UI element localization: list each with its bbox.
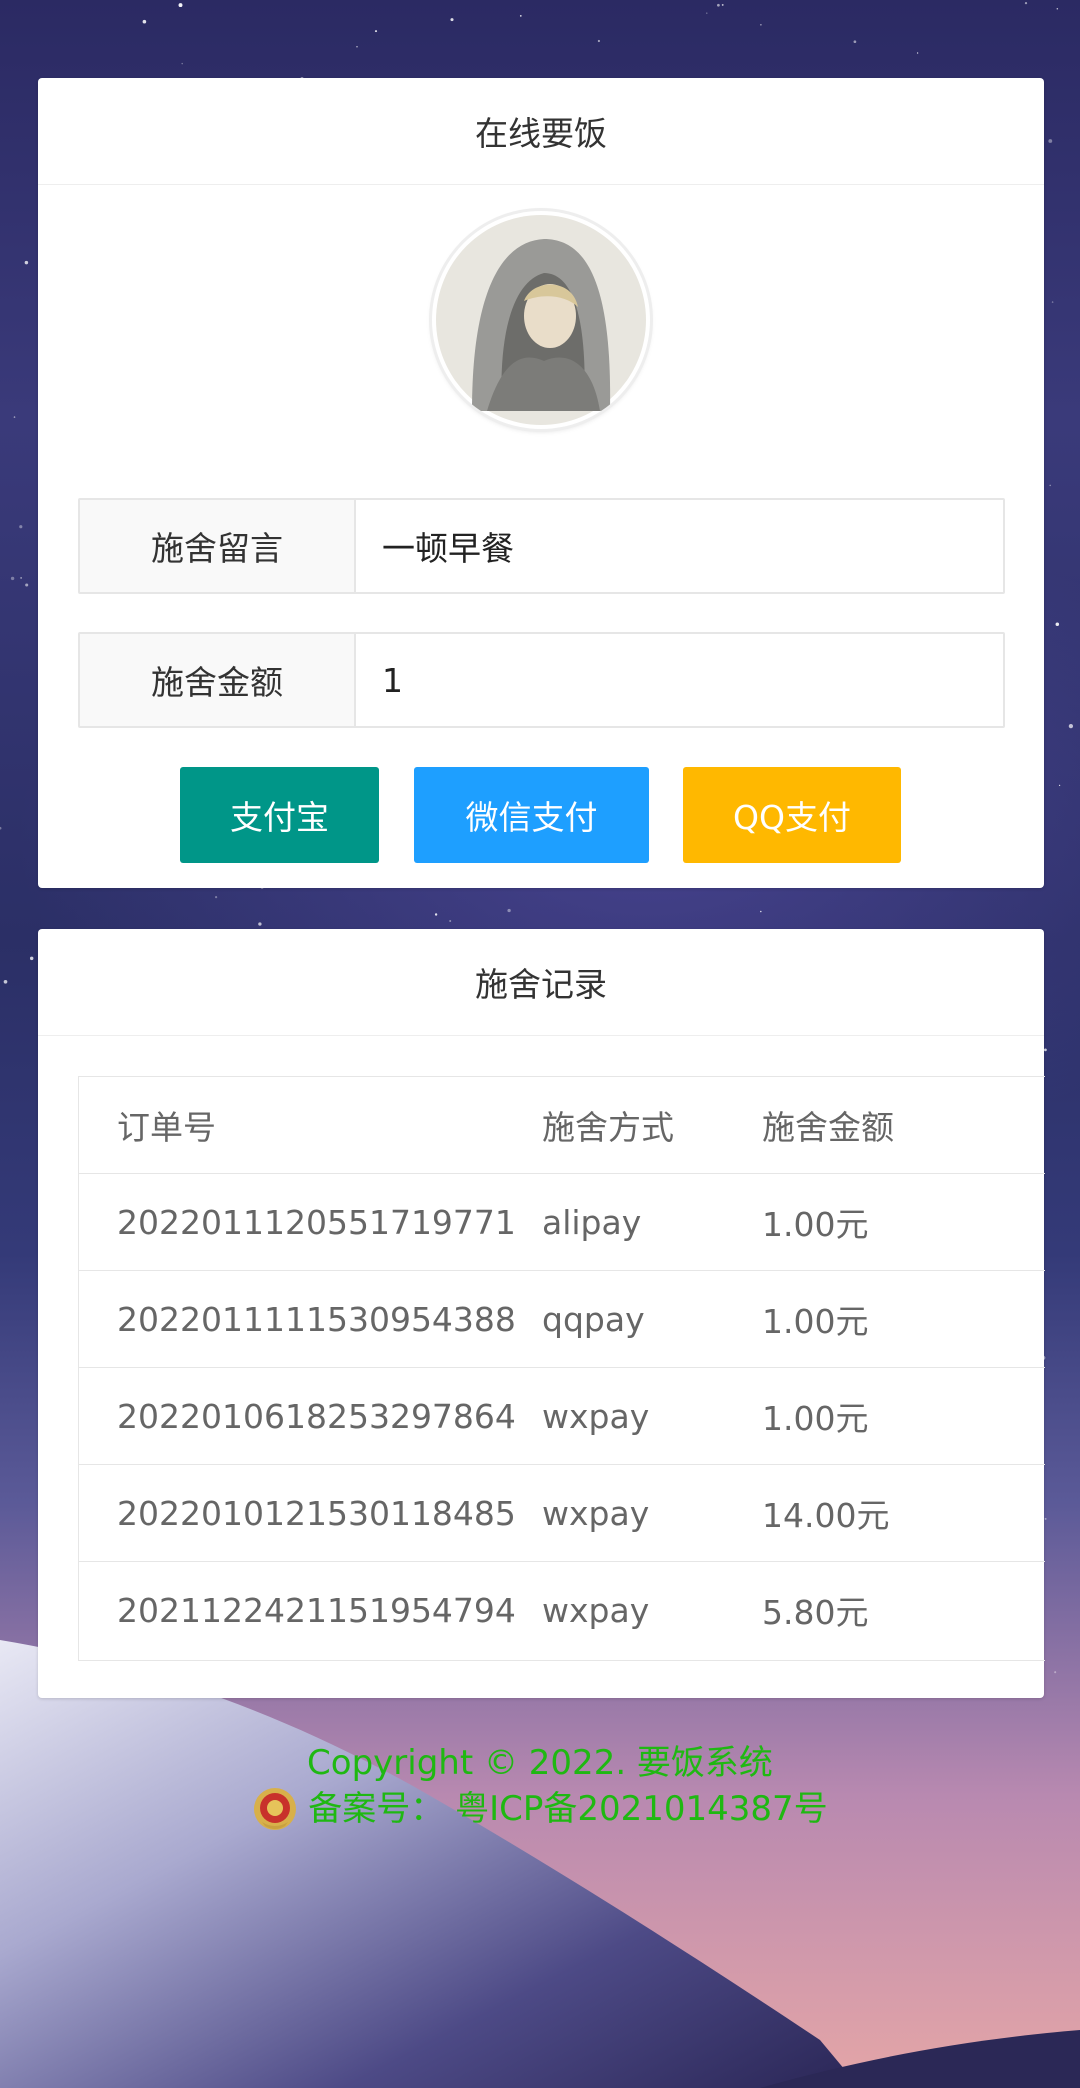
star: [434, 913, 438, 916]
star: [916, 52, 919, 54]
star: [19, 525, 23, 529]
star: [597, 39, 601, 43]
icp-link[interactable]: 备案号： 粤ICP备2021014387号: [308, 1786, 827, 1832]
column-header-method: 施舍方式: [542, 1077, 762, 1174]
avatar: [432, 211, 650, 429]
avatar-image: [436, 215, 646, 425]
star: [178, 3, 183, 8]
amount-cell: 14.00元: [762, 1464, 1045, 1562]
star: [20, 577, 22, 579]
amount-cell: 1.00元: [762, 1173, 1045, 1271]
table-row: 2022010121530118485 wxpay 14.00元: [79, 1464, 1045, 1562]
star: [374, 30, 378, 33]
star: [142, 19, 147, 24]
star: [1055, 622, 1060, 627]
records-table-container: 订单号 施舍方式 施舍金额 2022011120551719771 alipay…: [78, 1076, 1045, 1661]
star: [1068, 723, 1074, 729]
star: [24, 260, 29, 265]
order-id-cell: 2022010121530118485: [79, 1464, 542, 1562]
star: [10, 576, 15, 581]
column-header-amount: 施舍金额: [762, 1077, 1045, 1174]
star: [449, 920, 452, 922]
star: [1048, 139, 1053, 143]
star: [181, 62, 183, 65]
icp-record: 备案号： 粤ICP备2021014387号: [0, 1786, 1080, 1832]
method-cell: alipay: [542, 1173, 762, 1271]
column-header-order-id: 订单号: [79, 1077, 542, 1174]
star: [3, 979, 8, 984]
star: [760, 23, 762, 26]
star: [25, 583, 29, 587]
amount-cell: 1.00元: [762, 1367, 1045, 1465]
table-header-row: 订单号 施舍方式 施舍金额: [79, 1077, 1045, 1174]
qq-pay-button[interactable]: QQ支付: [683, 767, 901, 863]
star: [721, 3, 724, 6]
star: [1054, 1671, 1057, 1674]
star: [717, 3, 720, 7]
order-id-cell: 2022010618253297864: [79, 1367, 542, 1465]
amount-label: 施舍金额: [80, 634, 356, 726]
order-id-cell: 2022011120551719771: [79, 1173, 542, 1271]
method-cell: wxpay: [542, 1590, 650, 1630]
star: [450, 18, 454, 22]
amount-input[interactable]: [356, 634, 1003, 726]
star: [215, 896, 218, 899]
amount-field-row: 施舍金额: [78, 632, 1005, 728]
records-table: 订单号 施舍方式 施舍金额 2022011120551719771 alipay…: [79, 1077, 1045, 1658]
star: [356, 46, 358, 48]
star: [519, 15, 522, 17]
star: [1056, 8, 1059, 10]
method-cell: wxpay: [542, 1464, 762, 1562]
message-input[interactable]: [356, 500, 1003, 592]
star: [1058, 784, 1061, 787]
wechat-pay-button[interactable]: 微信支付: [414, 767, 649, 863]
table-row: 2021122421151954794 wxpay 5.80元: [79, 1562, 1045, 1659]
star: [1049, 484, 1051, 487]
amount-cell: 5.80元: [762, 1593, 869, 1632]
star: [706, 12, 708, 14]
order-id-cell: 2022011111530954388: [79, 1270, 542, 1368]
table-row: 2022010618253297864 wxpay 1.00元: [79, 1367, 1045, 1465]
message-label: 施舍留言: [80, 500, 356, 592]
star: [1024, 1, 1028, 5]
table-row: 2022011120551719771 alipay 1.00元: [79, 1173, 1045, 1271]
star: [2, 1661, 6, 1665]
message-field-row: 施舍留言: [78, 498, 1005, 594]
donation-card: 在线要饭 施舍留言 施舍金额 支付宝 微信支付 QQ支付: [38, 78, 1044, 888]
police-badge-icon: [254, 1788, 297, 1830]
amount-cell: 1.00元: [762, 1270, 1045, 1368]
donation-card-title: 在线要饭: [38, 78, 1044, 185]
method-cell: wxpay: [542, 1367, 762, 1465]
star: [760, 910, 762, 913]
alipay-button[interactable]: 支付宝: [180, 767, 379, 863]
star: [29, 956, 34, 961]
records-card: 施舍记录 订单号 施舍方式 施舍金额 2022011120551719771 a…: [38, 929, 1045, 1698]
star: [13, 416, 16, 418]
star: [1044, 1048, 1047, 1052]
star: [0, 826, 2, 830]
star: [507, 908, 511, 913]
records-card-title: 施舍记录: [38, 929, 1044, 1036]
star: [1051, 301, 1054, 303]
star: [853, 40, 857, 44]
order-id-cell: 2021122421151954794: [117, 1590, 516, 1630]
star: [258, 922, 262, 926]
table-row: 2022011111530954388 qqpay 1.00元: [79, 1270, 1045, 1368]
copyright-text: Copyright © 2022. 要饭系统: [307, 1743, 773, 1783]
method-cell: qqpay: [542, 1270, 762, 1368]
